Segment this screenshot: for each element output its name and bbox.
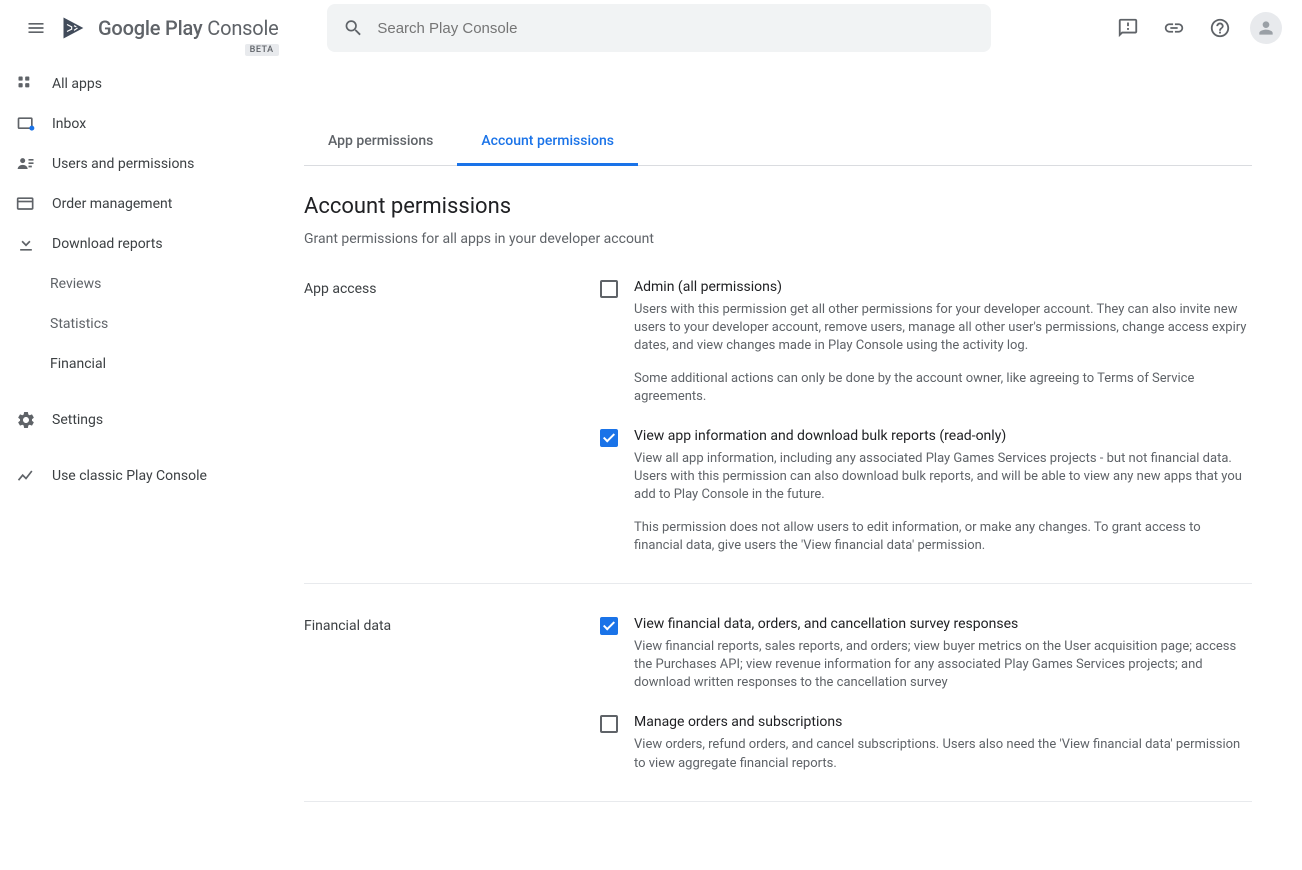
sidebar-item-label: Order management (52, 196, 172, 212)
sidebar-item-label: Reviews (50, 276, 101, 292)
feedback-button[interactable] (1108, 8, 1148, 48)
permission-checkbox[interactable] (600, 429, 618, 447)
feedback-icon (1117, 17, 1139, 39)
sidebar-item-classic-console[interactable]: Use classic Play Console (0, 456, 280, 496)
beta-badge: BETA (245, 44, 279, 56)
sidebar-item-label: Financial (50, 356, 106, 372)
hamburger-icon (26, 18, 46, 38)
permission-section-title: Financial data (304, 616, 600, 773)
sidebar-item-settings[interactable]: Settings (0, 400, 280, 440)
permission-item: Admin (all permissions) Users with this p… (600, 279, 1252, 406)
header-actions (1108, 8, 1286, 48)
link-icon (1163, 17, 1185, 39)
sidebar-item-download-reports[interactable]: Download reports (0, 224, 280, 264)
gear-icon (14, 408, 38, 432)
sidebar-item-label: Inbox (52, 116, 86, 132)
sidebar-item-label: Statistics (50, 316, 108, 332)
sidebar-item-label: Settings (52, 412, 103, 428)
sidebar-item-financial[interactable]: Financial (0, 344, 280, 384)
sidebar-item-label: Use classic Play Console (52, 468, 207, 484)
permission-section: App access Admin (all permissions) Users w… (304, 275, 1252, 584)
sidebar-item-inbox[interactable]: Inbox (0, 104, 280, 144)
permission-description: Users with this permission get all other… (634, 301, 1252, 406)
product-name: Google Play Console (98, 16, 279, 40)
apps-icon (14, 72, 38, 96)
search-bar[interactable] (327, 4, 991, 52)
header: Google Play Console BETA (0, 0, 1302, 56)
sidebar-item-reviews[interactable]: Reviews (0, 264, 280, 304)
sidebar-item-label: All apps (52, 76, 102, 92)
hamburger-menu-button[interactable] (16, 8, 56, 48)
avatar (1250, 12, 1282, 44)
sidebar-item-users-permissions[interactable]: Users and permissions (0, 144, 280, 184)
card-icon (14, 192, 38, 216)
sidebar-item-order-management[interactable]: Order management (0, 184, 280, 224)
tab-app-permissions[interactable]: App permissions (304, 118, 457, 166)
users-icon (14, 152, 38, 176)
permission-title: Admin (all permissions) (634, 279, 1252, 295)
permission-item: View app information and download bulk r… (600, 428, 1252, 555)
search-icon (343, 17, 364, 39)
permission-list: Admin (all permissions) Users with this p… (600, 279, 1252, 555)
permission-title: View financial data, orders, and cancell… (634, 616, 1252, 632)
page-description: Grant permissions for all apps in your d… (304, 231, 1252, 247)
main-content: App permissions Account permissions Acco… (280, 56, 1276, 870)
sidebar-item-label: Download reports (52, 236, 163, 252)
page-title: Account permissions (304, 194, 1252, 219)
permission-list: View financial data, orders, and cancell… (600, 616, 1252, 773)
profile-button[interactable] (1246, 8, 1286, 48)
permission-item: View financial data, orders, and cancell… (600, 616, 1252, 693)
permission-item: Manage orders and subscriptions View orde… (600, 714, 1252, 772)
permission-checkbox[interactable] (600, 715, 618, 733)
permission-description: View financial reports, sales reports, a… (634, 638, 1252, 693)
permission-section-title: App access (304, 279, 600, 555)
sidebar-item-statistics[interactable]: Statistics (0, 304, 280, 344)
chart-icon (14, 464, 38, 488)
permission-checkbox[interactable] (600, 280, 618, 298)
product-logo[interactable]: Google Play Console BETA (60, 14, 279, 42)
search-input[interactable] (377, 20, 974, 37)
inbox-icon (14, 112, 38, 136)
permission-checkbox[interactable] (600, 617, 618, 635)
permission-description: View orders, refund orders, and cancel s… (634, 736, 1252, 772)
sidebar-item-label: Users and permissions (52, 156, 194, 172)
download-icon (14, 232, 38, 256)
play-console-icon (60, 14, 88, 42)
sidebar-item-all-apps[interactable]: All apps (0, 64, 280, 104)
tab-account-permissions[interactable]: Account permissions (457, 118, 638, 166)
tabs: App permissions Account permissions (304, 118, 1252, 166)
help-icon (1209, 17, 1231, 39)
sidebar: All apps Inbox Users and permissions Ord… (0, 56, 280, 870)
link-button[interactable] (1154, 8, 1194, 48)
permission-title: Manage orders and subscriptions (634, 714, 1252, 730)
permission-title: View app information and download bulk r… (634, 428, 1252, 444)
person-icon (1256, 18, 1276, 38)
permission-section: Financial data View financial data, order… (304, 612, 1252, 802)
help-button[interactable] (1200, 8, 1240, 48)
permission-description: View all app information, including any … (634, 450, 1252, 555)
